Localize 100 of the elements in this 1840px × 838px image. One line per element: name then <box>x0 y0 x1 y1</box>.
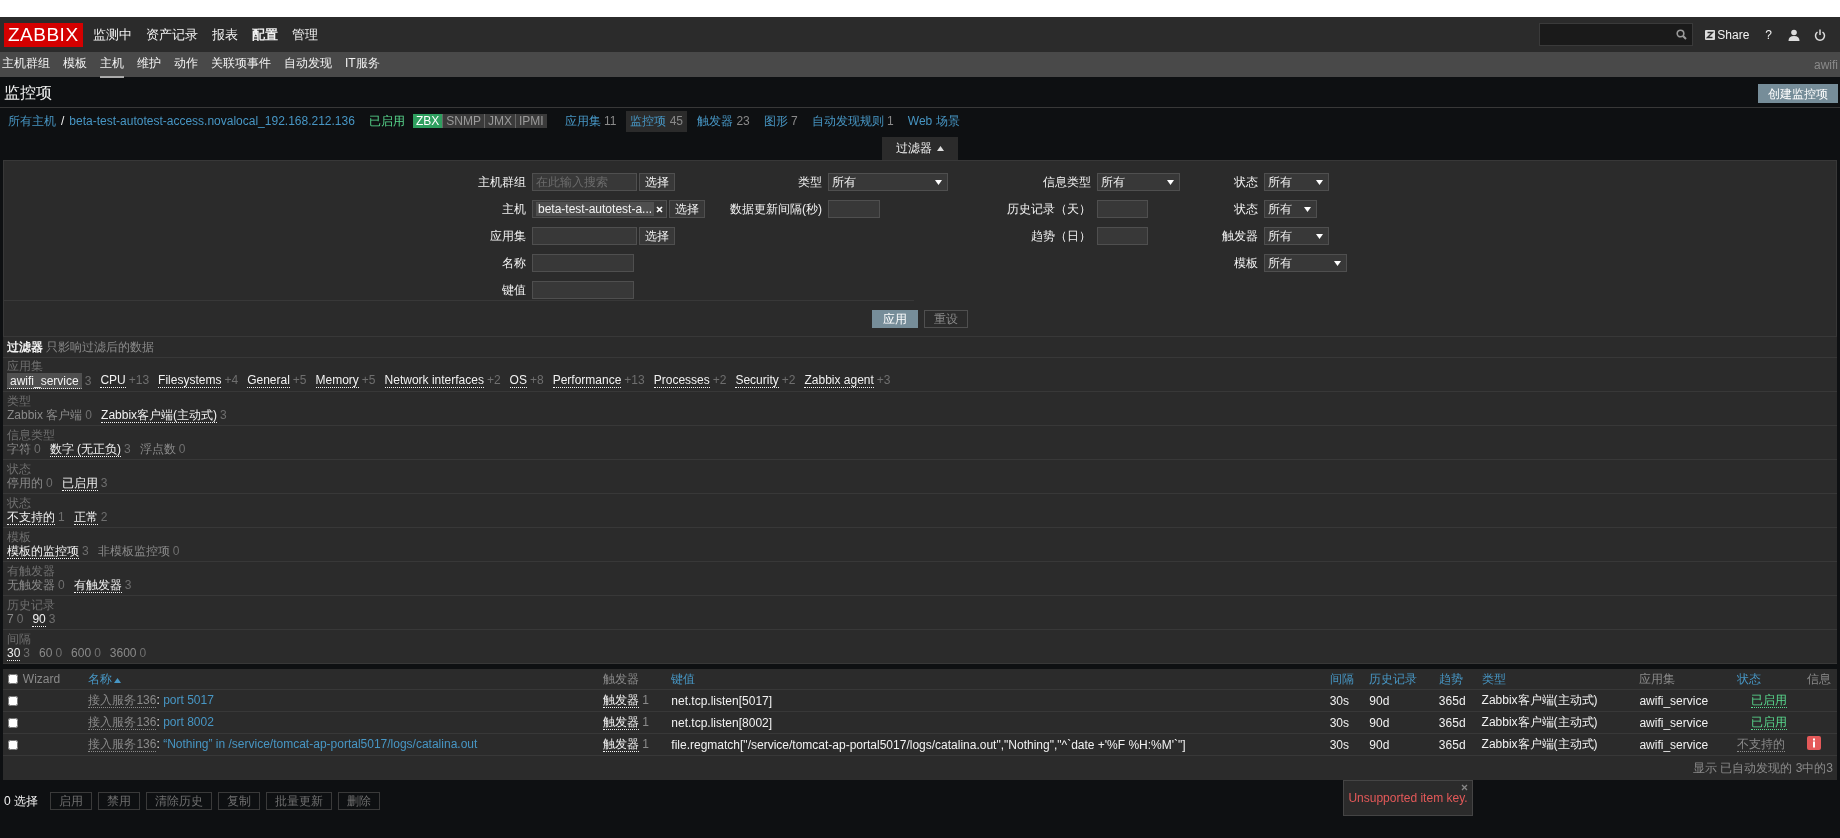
input-field[interactable] <box>828 200 880 218</box>
reset-button[interactable]: 重设 <box>924 310 968 328</box>
dropdown[interactable]: 所有 <box>1264 254 1347 272</box>
dropdown[interactable]: 所有 <box>1264 227 1329 245</box>
host-tab[interactable]: 自动发现规则 1 <box>807 110 898 132</box>
menu-item[interactable]: 自动发现 <box>284 51 332 78</box>
subfilter-option[interactable]: 已启用 <box>61 475 98 491</box>
host-tab[interactable]: 图形 7 <box>759 110 802 132</box>
item-name-link[interactable]: port 8002 <box>163 715 214 729</box>
row-checkbox[interactable] <box>7 717 18 728</box>
subfilter-option[interactable]: 不支持的 <box>7 509 55 525</box>
info-icon[interactable] <box>1807 736 1822 750</box>
dropdown[interactable]: 所有 <box>1097 173 1180 191</box>
host-tab[interactable]: Web 场景 <box>903 110 964 132</box>
subfilter-option[interactable]: 数字 (无正负) <box>49 441 121 457</box>
menu-item[interactable]: 维护 <box>137 51 161 78</box>
host-tab[interactable]: 触发器 23 <box>693 110 754 132</box>
subfilter-option[interactable]: Zabbix客户端(主动式) <box>101 407 218 423</box>
subfilter-option[interactable]: 90 <box>32 611 46 627</box>
column-header[interactable]: 间隔 <box>1329 670 1370 688</box>
mass-action-button[interactable]: 启用 <box>50 792 92 810</box>
menu-item[interactable]: 管理 <box>291 25 318 44</box>
menu-item[interactable]: 主机 <box>100 51 124 78</box>
row-checkbox[interactable] <box>7 695 18 706</box>
share-link[interactable]: Share <box>1705 27 1750 42</box>
select-button[interactable]: 选择 <box>639 173 675 191</box>
menu-item[interactable]: IT服务 <box>345 51 380 78</box>
subfilter-option[interactable]: 有触发器 <box>73 577 122 593</box>
dropdown-arrow-icon <box>1316 180 1323 185</box>
group-label: 状态 <box>7 462 32 476</box>
power-icon[interactable] <box>1814 28 1826 41</box>
subfilter-option[interactable]: awifi_service <box>7 372 82 389</box>
menu-item[interactable]: 监测中 <box>92 25 132 44</box>
triggers-link[interactable]: 触发器 <box>602 715 639 730</box>
column-header[interactable]: 名称 <box>88 670 593 688</box>
subfilter-option[interactable]: OS <box>509 372 527 388</box>
mass-action-button[interactable]: 清除历史 <box>146 792 212 810</box>
dropdown[interactable]: 所有 <box>1264 173 1329 191</box>
subfilter-option[interactable]: 30 <box>7 645 21 661</box>
multiselect-field[interactable] <box>532 227 637 245</box>
input-field[interactable] <box>1097 227 1148 245</box>
menu-item[interactable]: 关联项事件 <box>211 51 271 78</box>
remove-icon[interactable] <box>656 205 664 213</box>
host-tab[interactable]: 监控项 45 <box>626 110 688 132</box>
subfilter-option[interactable]: Zabbix agent <box>804 372 874 388</box>
host-tab[interactable]: 应用集 11 <box>560 110 621 132</box>
multiselect-field[interactable]: beta-test-autotest-a... <box>532 200 668 218</box>
input-field[interactable] <box>532 281 634 299</box>
menu-item[interactable]: 配置 <box>251 25 278 44</box>
select-button[interactable]: 选择 <box>669 200 706 218</box>
subfilter-note: 只影响过滤后的数据 <box>46 338 154 356</box>
status-link[interactable]: 不支持的 <box>1736 737 1785 752</box>
close-icon[interactable] <box>1461 784 1468 791</box>
dropdown[interactable]: 所有 <box>1264 200 1317 218</box>
table-cell-text: 30s <box>1329 693 1350 708</box>
logo[interactable]: ZABBIX <box>4 22 83 47</box>
subfilter-option[interactable]: Performance <box>552 372 622 388</box>
column-header[interactable]: 类型 <box>1481 670 1640 688</box>
filter-tab[interactable]: 过滤器 <box>882 137 958 160</box>
item-name-link[interactable]: port 5017 <box>163 693 214 707</box>
menu-item[interactable]: 模板 <box>63 51 87 78</box>
mass-action-button[interactable]: 删除 <box>338 792 380 810</box>
subfilter-option[interactable]: Memory <box>315 372 359 388</box>
row-checkbox[interactable] <box>7 739 18 750</box>
column-header[interactable]: 状态 <box>1736 670 1808 688</box>
mass-action-button[interactable]: 批量更新 <box>266 792 332 810</box>
status-link[interactable]: 已启用 <box>1750 715 1787 730</box>
mass-action-button[interactable]: 禁用 <box>98 792 140 810</box>
subfilter-option[interactable]: 模板的监控项 <box>7 543 79 559</box>
subfilter-option[interactable]: CPU <box>100 372 126 388</box>
select-button[interactable]: 选择 <box>639 227 675 245</box>
menu-item[interactable]: 资产记录 <box>145 25 198 44</box>
help-link[interactable]: ? <box>1765 27 1772 42</box>
select-all-checkbox[interactable] <box>7 674 18 684</box>
menu-item[interactable]: 动作 <box>174 51 198 78</box>
column-header[interactable]: 键值 <box>671 670 1330 688</box>
search-field[interactable] <box>1539 23 1694 46</box>
subfilter-option[interactable]: General <box>247 372 290 388</box>
subfilter-option[interactable]: 正常 <box>73 509 98 525</box>
subfilter-option[interactable]: Security <box>735 372 779 388</box>
user-icon[interactable] <box>1788 28 1800 41</box>
mass-action-button[interactable]: 复制 <box>218 792 260 810</box>
field-label: 应用集 <box>489 227 526 245</box>
breadcrumb-link[interactable]: 所有主机 <box>8 112 56 130</box>
input-field[interactable] <box>532 254 634 272</box>
subfilter-option[interactable]: Processes <box>653 372 710 388</box>
dropdown[interactable]: 所有 <box>828 173 948 191</box>
status-link[interactable]: 已启用 <box>1750 693 1787 708</box>
triggers-link[interactable]: 触发器 <box>602 693 639 708</box>
breadcrumb-link[interactable]: beta-test-autotest-access.novalocal_192.168.212.136 <box>69 114 355 128</box>
menu-item[interactable]: 主机群组 <box>2 51 50 78</box>
column-header[interactable]: 历史记录 <box>1369 670 1439 688</box>
item-name-link[interactable]: “Nothing” in /service/tomcat-ap-portal5017/logs/catalina.out <box>163 737 478 751</box>
column-header[interactable]: 趋势 <box>1438 670 1482 688</box>
subfilter-option[interactable]: Network interfaces <box>384 372 484 388</box>
triggers-link[interactable]: 触发器 <box>602 737 639 752</box>
input-field[interactable] <box>1097 200 1148 218</box>
menu-item[interactable]: 报表 <box>211 25 238 44</box>
subfilter-option[interactable]: Filesystems <box>158 372 222 388</box>
host-status[interactable]: 已启用 <box>368 112 405 130</box>
